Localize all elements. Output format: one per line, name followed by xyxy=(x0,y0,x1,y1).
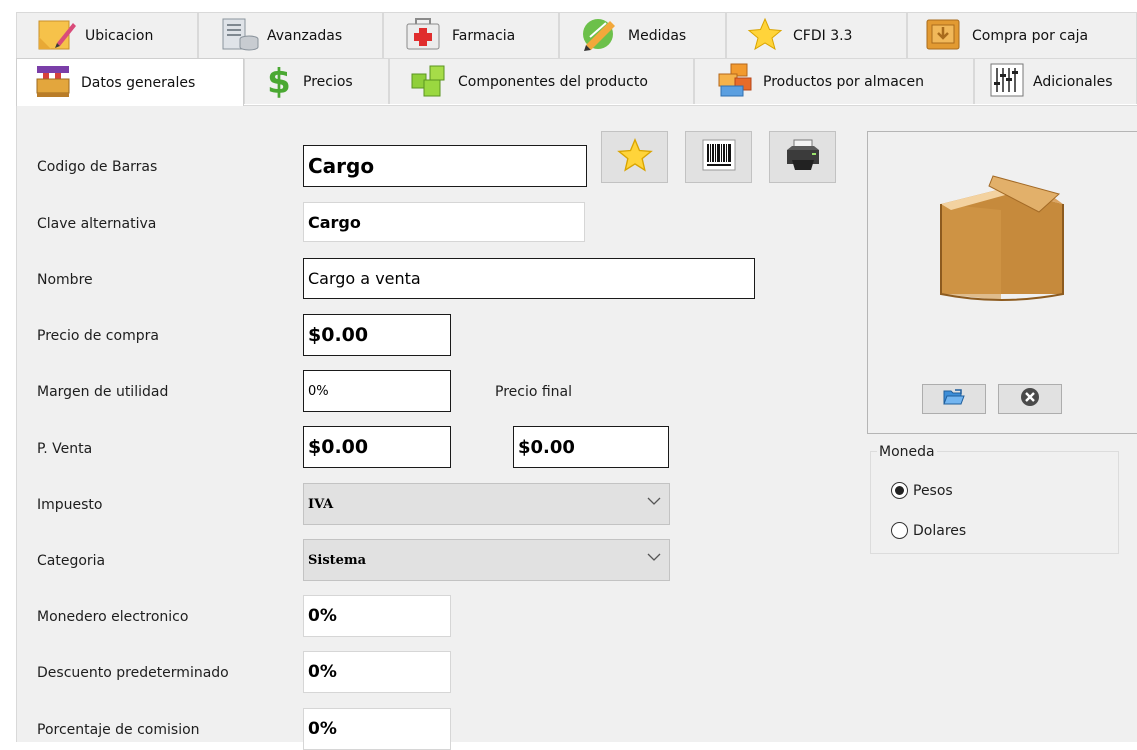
equalizer-sliders-icon xyxy=(989,62,1025,102)
chevron-down-icon xyxy=(647,495,661,510)
ruler-pencil-icon xyxy=(580,17,620,55)
star-icon xyxy=(616,138,653,176)
tab-adicionales[interactable]: Adicionales xyxy=(974,58,1137,104)
codigo-barras-label: Codigo de Barras xyxy=(37,159,158,175)
impuesto-select[interactable]: IVA xyxy=(303,483,670,525)
p-venta-label: P. Venta xyxy=(37,441,93,457)
favorite-button[interactable] xyxy=(601,131,668,183)
impuesto-selected: IVA xyxy=(308,496,334,512)
categoria-label: Categoria xyxy=(37,553,106,569)
clave-alternativa-label: Clave alternativa xyxy=(37,216,157,232)
open-folder-icon xyxy=(943,388,965,410)
nombre-label: Nombre xyxy=(37,272,93,288)
tab-label: Compra por caja xyxy=(972,27,1089,44)
monedero-electronico-label: Monedero electronico xyxy=(37,609,189,625)
server-database-icon xyxy=(219,17,259,55)
datos-generales-panel: Codigo de Barras Clave alternativa Nombr… xyxy=(16,105,1137,750)
tab-ubicacion[interactable]: Ubicacion xyxy=(16,12,198,58)
cardboard-box-icon xyxy=(931,154,1071,308)
radio-pesos[interactable]: Pesos xyxy=(891,482,953,499)
tab-cfdi[interactable]: CFDI 3.3 xyxy=(726,12,907,58)
categoria-select[interactable]: Sistema xyxy=(303,539,670,581)
tab-medidas[interactable]: Medidas xyxy=(559,12,726,58)
dollar-icon: $ xyxy=(263,62,295,102)
porcentaje-comision-label: Porcentaje de comision xyxy=(37,722,200,738)
precio-final-label: Precio final xyxy=(495,384,573,400)
print-button[interactable] xyxy=(769,131,836,183)
first-aid-kit-icon xyxy=(404,17,444,55)
tab-label: Avanzadas xyxy=(267,27,343,44)
moneda-legend: Moneda xyxy=(877,444,937,460)
tab-label: Productos por almacen xyxy=(763,73,924,90)
tab-componentes-producto[interactable]: Componentes del producto xyxy=(389,58,694,104)
monedero-electronico-input[interactable]: 0% xyxy=(303,595,451,637)
sticky-note-pencil-icon xyxy=(37,17,77,55)
p-venta-input[interactable]: $0.00 xyxy=(303,426,451,468)
radio-pesos-indicator[interactable] xyxy=(891,482,908,499)
tab-label: Medidas xyxy=(628,27,687,44)
precio-compra-input[interactable]: $0.00 xyxy=(303,314,451,356)
download-box-icon xyxy=(924,17,964,55)
barcode-button[interactable] xyxy=(685,131,752,183)
printer-icon xyxy=(784,138,822,176)
impuesto-label: Impuesto xyxy=(37,497,103,513)
product-editor-window: Ubicacion Avanzadas Farmacia Medidas CFD… xyxy=(0,0,1137,750)
tab-label: Precios xyxy=(303,73,353,90)
precio-final-input[interactable]: $0.00 xyxy=(513,426,669,468)
nombre-input[interactable]: Cargo a venta xyxy=(303,258,755,299)
codigo-barras-input[interactable]: Cargo xyxy=(303,145,587,187)
radio-dolares-label: Dolares xyxy=(913,522,967,539)
tab-farmacia[interactable]: Farmacia xyxy=(383,12,559,58)
storefront-icon xyxy=(33,63,73,103)
margen-utilidad-label: Margen de utilidad xyxy=(37,384,169,400)
remove-circle-icon xyxy=(1020,387,1040,411)
tab-productos-almacen[interactable]: Productos por almacen xyxy=(694,58,974,104)
tab-precios[interactable]: $ Precios xyxy=(244,58,389,104)
tab-avanzadas[interactable]: Avanzadas xyxy=(198,12,383,58)
open-image-button[interactable] xyxy=(922,384,986,414)
radio-pesos-label: Pesos xyxy=(913,482,953,499)
descuento-predeterminado-label: Descuento predeterminado xyxy=(37,665,229,681)
barcode-icon xyxy=(702,139,736,175)
moneda-groupbox: Moneda Pesos Dolares xyxy=(870,444,1119,554)
tab-compra-por-caja[interactable]: Compra por caja xyxy=(907,12,1137,58)
colored-blocks-icon xyxy=(715,62,755,102)
tab-datos-generales[interactable]: Datos generales xyxy=(16,58,244,106)
star-icon xyxy=(745,17,785,55)
chevron-down-icon xyxy=(647,551,661,566)
tab-label: Componentes del producto xyxy=(458,73,648,90)
remove-image-button[interactable] xyxy=(998,384,1062,414)
radio-dolares-indicator[interactable] xyxy=(891,522,908,539)
categoria-selected: Sistema xyxy=(308,552,367,568)
radio-dolares[interactable]: Dolares xyxy=(891,522,966,539)
tab-label: CFDI 3.3 xyxy=(793,27,853,44)
tab-label: Ubicacion xyxy=(85,27,154,44)
svg-text:$: $ xyxy=(267,62,291,98)
tab-label: Datos generales xyxy=(81,74,196,91)
descuento-predeterminado-input[interactable]: 0% xyxy=(303,651,451,693)
precio-compra-label: Precio de compra xyxy=(37,328,159,344)
margen-utilidad-input[interactable]: 0% xyxy=(303,370,451,412)
porcentaje-comision-input[interactable]: 0% xyxy=(303,708,451,750)
tab-label: Farmacia xyxy=(452,27,516,44)
clave-alternativa-input[interactable]: Cargo xyxy=(303,202,585,242)
cubes-icon xyxy=(410,62,450,102)
tab-label: Adicionales xyxy=(1033,73,1113,90)
product-image-frame xyxy=(867,131,1137,434)
